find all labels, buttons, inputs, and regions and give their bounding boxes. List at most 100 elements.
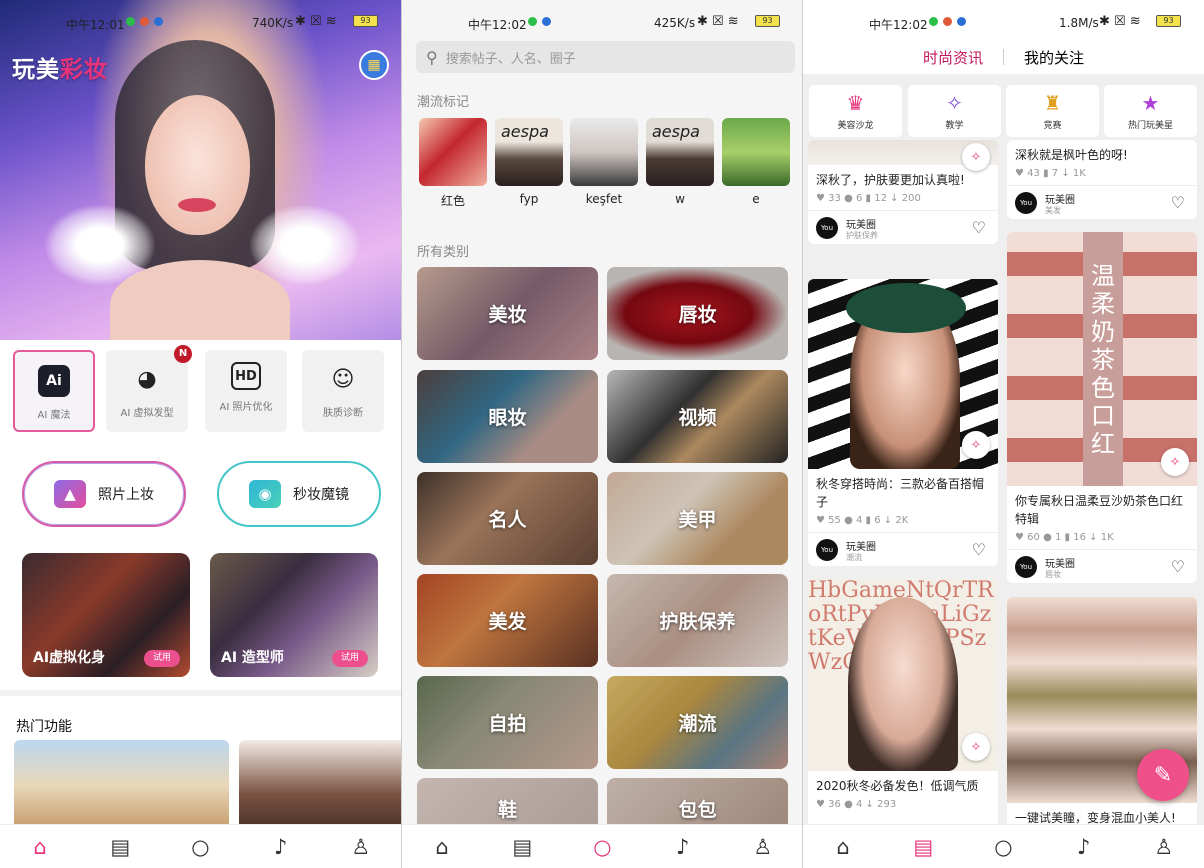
category-label: 护肤保养 — [659, 611, 736, 633]
category-eyes[interactable]: 眼妆 — [417, 370, 598, 463]
category-nails[interactable]: 美甲 — [607, 472, 788, 565]
category-label: 唇妆 — [678, 304, 717, 326]
post-card[interactable]: ✧ 深秋了，护肤要更加认真啦! ♥ 33 ● 6 ▮ 12 ↓ 200 You … — [808, 140, 998, 244]
post-tag: 唇妆 — [1045, 570, 1061, 579]
post-card[interactable]: HbGameNtQrTRoRtPyEIyBaLiGztKeVnEzhPoPSzW… — [808, 579, 998, 829]
feature-label: AI 虚拟发型 — [120, 408, 174, 419]
wand-icon[interactable]: ✧ — [962, 143, 990, 171]
quick-salon[interactable]: ♛ 美容沙龙 — [809, 85, 902, 137]
home-icon[interactable]: ⌂ — [427, 835, 457, 859]
hot-features-title: 热门功能 — [16, 719, 72, 735]
feature-ai-photo[interactable]: HD AI 照片优化 — [205, 350, 287, 432]
category-video[interactable]: 视频 — [607, 370, 788, 463]
home-icon[interactable]: ⌂ — [25, 835, 55, 859]
post-user[interactable]: 玩美圈 — [846, 538, 876, 553]
wand-icon[interactable]: ✧ — [1161, 448, 1189, 476]
category-lips[interactable]: 唇妆 — [607, 267, 788, 360]
hd-icon: HD — [231, 362, 261, 390]
heart-icon[interactable]: ♡ — [1171, 193, 1185, 212]
post-user[interactable]: 玩美圈 — [1045, 555, 1075, 570]
heart-icon[interactable]: ♡ — [972, 540, 986, 559]
try-button[interactable]: 试用 — [144, 650, 180, 667]
heart-icon[interactable]: ♡ — [1171, 557, 1185, 576]
quick-label: 美容沙龙 — [837, 121, 874, 131]
avatar[interactable]: You Cam — [1015, 556, 1037, 578]
hair-icon: ◕ — [137, 366, 157, 392]
create-post-button[interactable]: ✎ — [1137, 749, 1189, 801]
status-speed: 740K/s — [252, 16, 294, 30]
instant-mirror-button[interactable]: ◉ 秒妆魔镜 — [217, 461, 381, 527]
trend-label: w — [675, 192, 685, 206]
category-label: 包包 — [678, 798, 717, 821]
quick-label: 热门玩美星 — [1127, 121, 1173, 131]
try-button[interactable]: 试用 — [332, 650, 368, 667]
profile-icon[interactable]: ♙ — [346, 835, 376, 859]
post-meta: ♥ 43 ▮ 7 ↓ 1K — [1015, 168, 1086, 179]
category-makeup[interactable]: 美妆 — [417, 267, 598, 360]
wand-icon[interactable]: ✧ — [962, 733, 990, 761]
store-icon[interactable]: ▦ — [359, 50, 389, 80]
category-selfie[interactable]: 自拍 — [417, 676, 598, 769]
trend-thumb[interactable] — [722, 118, 790, 186]
search-icon[interactable]: ○ — [185, 835, 215, 859]
feature-label: AI 魔法 — [37, 410, 71, 421]
avatar[interactable]: You Cam — [1015, 192, 1037, 214]
news-icon[interactable]: ▤ — [507, 835, 537, 859]
status-time: 中午12:02 — [468, 18, 527, 32]
quick-tutorial[interactable]: ✧ 教学 — [908, 85, 1001, 137]
new-badge: N — [174, 345, 192, 363]
app-logo-part1: 玩美 — [12, 57, 60, 83]
avatar[interactable]: You Cam — [816, 539, 838, 561]
home-icon[interactable]: ⌂ — [828, 835, 858, 859]
category-trend[interactable]: 潮流 — [607, 676, 788, 769]
category-skincare[interactable]: 护肤保养 — [607, 574, 788, 667]
category-celebrity[interactable]: 名人 — [417, 472, 598, 565]
trend-thumb[interactable] — [570, 118, 638, 186]
post-card[interactable]: 温柔奶茶色口红 ✧ 你专属秋日温柔豆沙奶茶色口红特辑 ♥ 60 ● 1 ▮ 16… — [1007, 232, 1197, 583]
card-label: AI虚拟化身 — [33, 650, 106, 666]
feature-ai-magic[interactable]: Ai AI 魔法 — [13, 350, 95, 432]
quick-contest[interactable]: ♜ 竞赛 — [1006, 85, 1099, 137]
heart-icon[interactable]: ♡ — [972, 218, 986, 237]
wand-icon[interactable]: ✧ — [962, 431, 990, 459]
post-user[interactable]: 玩美圈 — [846, 216, 876, 231]
bell-icon[interactable]: ♪ — [266, 835, 296, 859]
search-icon[interactable]: ○ — [587, 835, 617, 859]
search-icon[interactable]: ○ — [988, 835, 1018, 859]
news-icon[interactable]: ▤ — [105, 835, 135, 859]
pencil-icon: ✎ — [1153, 762, 1173, 788]
feature-label: AI 照片优化 — [219, 402, 273, 413]
bell-icon[interactable]: ♪ — [668, 835, 698, 859]
post-card[interactable]: ✧ 秋冬穿搭時尚：三款必备百搭帽子 ♥ 55 ● 4 ▮ 6 ↓ 2K You … — [808, 279, 998, 566]
post-user[interactable]: 玩美圈 — [1045, 191, 1075, 206]
card-ai-avatar[interactable]: AI虚拟化身 试用 — [22, 553, 190, 677]
bell-icon[interactable]: ♪ — [1069, 835, 1099, 859]
feature-label: 肤质诊断 — [323, 408, 363, 419]
category-label: 自拍 — [488, 713, 527, 735]
status-speed: 425K/s — [654, 16, 696, 30]
quick-stars[interactable]: ★ 热门玩美星 — [1104, 85, 1197, 137]
trend-thumb[interactable]: aespa — [495, 118, 563, 186]
status-bar: 中午12:01 740K/s ✱ ☒ ≋ 93 — [0, 0, 401, 46]
category-hair[interactable]: 美发 — [417, 574, 598, 667]
avatar[interactable]: You Cam — [816, 217, 838, 239]
trend-thumb[interactable]: aespa — [646, 118, 714, 186]
status-time: 中午12:02 — [869, 18, 928, 32]
battery-icon: 93 — [755, 15, 780, 27]
tab-fashion-news[interactable]: 时尚资讯 — [923, 47, 983, 68]
feature-skin[interactable]: ☺ 肤质诊断 — [302, 350, 384, 432]
feature-ai-hair[interactable]: ◕ AI 虚拟发型 N — [106, 345, 192, 432]
battery-icon: 93 — [1156, 15, 1181, 27]
hot-feature-thumb[interactable] — [239, 740, 401, 830]
trend-thumb[interactable] — [419, 118, 487, 186]
ai-magic-icon: Ai — [38, 365, 70, 397]
news-icon[interactable]: ▤ — [908, 835, 938, 859]
card-ai-stylist[interactable]: AI 造型师 试用 — [210, 553, 378, 677]
profile-icon[interactable]: ♙ — [1149, 835, 1179, 859]
tab-following[interactable]: 我的关注 — [1024, 47, 1084, 68]
photo-makeup-button[interactable]: ▲ 照片上妆 — [22, 461, 186, 527]
hot-feature-thumb[interactable] — [14, 740, 229, 830]
profile-icon[interactable]: ♙ — [748, 835, 778, 859]
post-card[interactable]: 深秋就是枫叶色的呀! ♥ 43 ▮ 7 ↓ 1K You Cam 玩美圈美发 ♡ — [1007, 140, 1197, 219]
tab-bar: ⌂ ▤ ○ ♪ ♙ — [803, 824, 1204, 868]
